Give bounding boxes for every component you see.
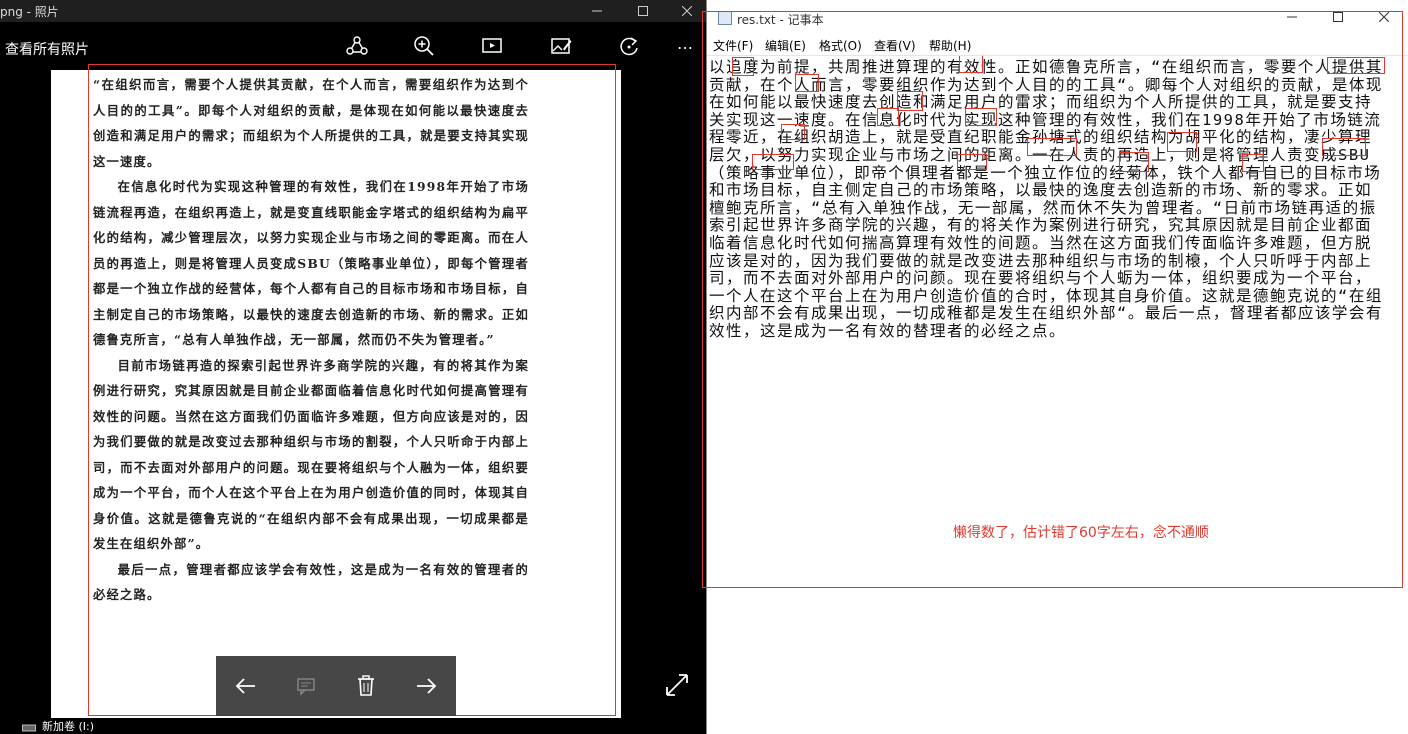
- photos-bottom-bar: [216, 656, 456, 716]
- forward-arrow-icon[interactable]: [396, 656, 456, 716]
- drive-icon: [22, 724, 36, 731]
- photos-toolbar: 查看所有照片 …: [0, 22, 706, 70]
- desktop: png - 照片 查看所有照片 … “在组织而言，需要个人提供其贡献，在个人而言…: [0, 0, 1408, 734]
- photos-window-title: png - 照片: [0, 5, 59, 19]
- zoom-in-icon[interactable]: [408, 30, 440, 62]
- more-icon[interactable]: …: [677, 34, 694, 53]
- drive-label: 新加卷 (I:): [22, 718, 94, 734]
- photos-maximize-button[interactable]: [620, 0, 666, 22]
- drive-name: 新加卷 (I:): [42, 720, 95, 733]
- see-all-photos-link[interactable]: 查看所有照片: [5, 39, 89, 59]
- delete-icon[interactable]: [336, 656, 396, 716]
- share-icon[interactable]: [341, 30, 373, 62]
- photos-minimize-button[interactable]: [574, 0, 620, 22]
- comment-icon[interactable]: [276, 656, 336, 716]
- red-annotation-frame: [702, 11, 1403, 588]
- rotate-icon[interactable]: [613, 30, 645, 62]
- notepad-window: res.txt - 记事本 文件(F) 编辑(E) 格式(O) 查看(V) 帮助…: [702, 0, 1408, 734]
- slideshow-icon[interactable]: [476, 30, 508, 62]
- photos-titlebar: png - 照片: [0, 0, 706, 22]
- edit-image-icon[interactable]: [545, 30, 577, 62]
- back-arrow-icon[interactable]: [216, 656, 276, 716]
- red-annotation-frame: [88, 64, 616, 716]
- photos-app-window: png - 照片 查看所有照片 … “在组织而言，需要个人提供其贡献，在个人而言…: [0, 0, 706, 734]
- expand-icon[interactable]: [664, 672, 690, 698]
